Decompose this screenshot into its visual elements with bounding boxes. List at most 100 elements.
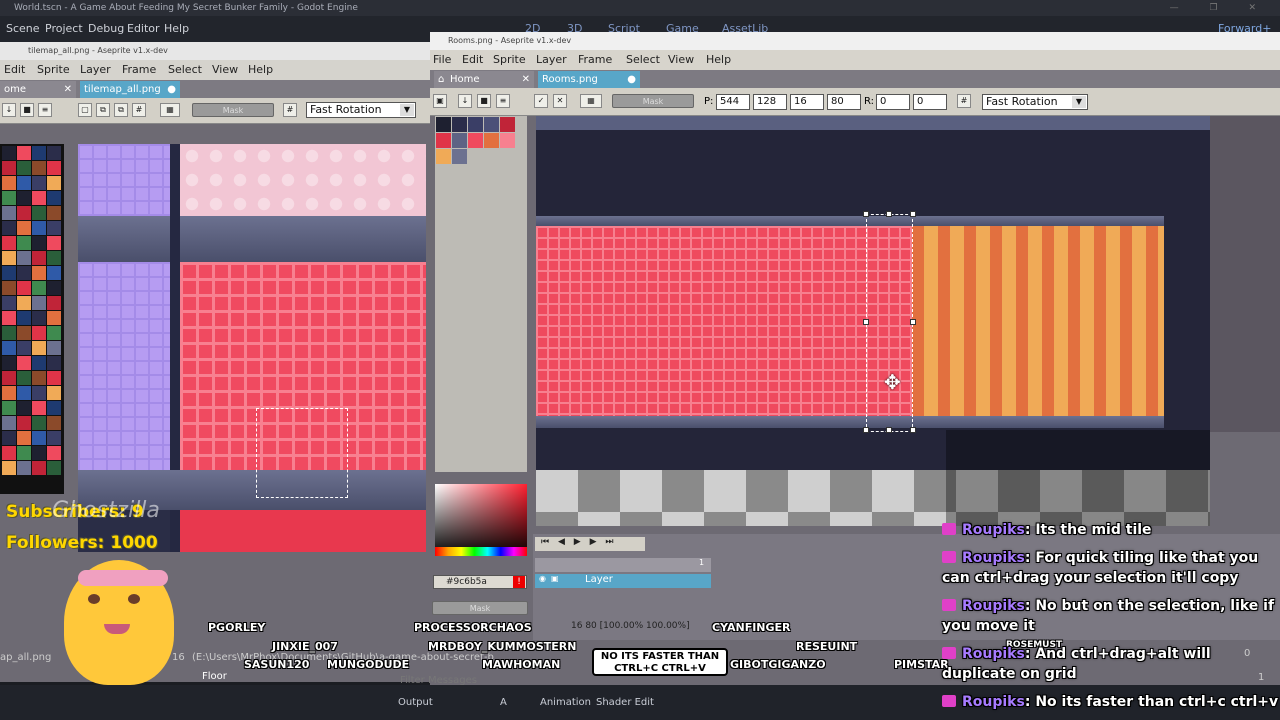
prev-frame-icon[interactable]: ◀ xyxy=(558,537,565,547)
left-menu-edit[interactable]: Edit xyxy=(4,63,25,76)
palette-swatch[interactable] xyxy=(32,431,46,445)
palette-swatch[interactable] xyxy=(2,311,16,325)
hue-slider[interactable] xyxy=(435,547,527,556)
selection-handle[interactable] xyxy=(910,427,916,433)
palette-swatch[interactable] xyxy=(47,341,61,355)
playback-controls[interactable]: ⏮ ◀ ▶ ▶ ⏭ xyxy=(535,537,645,551)
left-menu-layer[interactable]: Layer xyxy=(80,63,111,76)
palette-swatch[interactable] xyxy=(2,371,16,385)
palette-swatch[interactable] xyxy=(17,341,31,355)
menu-icon[interactable]: ≡ xyxy=(496,94,510,108)
menu-debug[interactable]: Debug xyxy=(88,22,124,35)
menu-file[interactable]: File xyxy=(433,53,451,66)
lock-icon[interactable]: ▣ xyxy=(551,574,559,583)
menu-icon[interactable]: ≡ xyxy=(38,103,52,117)
selection-handle[interactable] xyxy=(910,211,916,217)
selection-handle[interactable] xyxy=(886,211,892,217)
palette-swatch[interactable] xyxy=(17,296,31,310)
palette-swatch[interactable] xyxy=(17,251,31,265)
palette-swatch[interactable] xyxy=(32,191,46,205)
palette-swatch[interactable] xyxy=(2,461,16,475)
palette-swatch[interactable] xyxy=(17,146,31,160)
palette-swatch[interactable] xyxy=(32,251,46,265)
palette-swatch[interactable] xyxy=(17,221,31,235)
color-picker[interactable] xyxy=(435,484,527,556)
palette-swatch[interactable] xyxy=(47,191,61,205)
eye-icon[interactable]: ◉ xyxy=(539,574,546,583)
x-field[interactable]: 544 xyxy=(716,94,750,110)
rotation-dropdown[interactable]: Fast Rotation ▼ xyxy=(306,102,416,118)
palette-swatch[interactable] xyxy=(47,356,61,370)
palette-swatch[interactable] xyxy=(17,266,31,280)
palette-swatch[interactable] xyxy=(47,251,61,265)
palette-swatch[interactable] xyxy=(47,161,61,175)
tab-shader-editor[interactable]: Shader Edit xyxy=(596,697,654,708)
palette-swatch[interactable] xyxy=(32,401,46,415)
palette-swatch[interactable] xyxy=(32,371,46,385)
palette-swatch[interactable] xyxy=(32,446,46,460)
selection-handle[interactable] xyxy=(863,319,869,325)
palette-swatch[interactable] xyxy=(2,191,16,205)
menu-layer[interactable]: Layer xyxy=(536,53,567,66)
palette-swatch[interactable] xyxy=(2,296,16,310)
palette-swatch[interactable] xyxy=(32,236,46,250)
palette-swatch[interactable] xyxy=(2,146,16,160)
main-canvas[interactable]: ✥ xyxy=(536,116,1210,526)
swatch[interactable] xyxy=(484,117,499,132)
pixel-grid-icon[interactable]: ▦ xyxy=(580,94,602,108)
play-icon[interactable]: ▶ xyxy=(574,537,581,547)
palette-swatch[interactable] xyxy=(2,431,16,445)
palette-swatch[interactable] xyxy=(47,176,61,190)
palette-swatch[interactable] xyxy=(32,311,46,325)
palette-swatch[interactable] xyxy=(47,221,61,235)
swatch[interactable] xyxy=(500,133,515,148)
palette-swatch[interactable] xyxy=(2,176,16,190)
palette-swatch[interactable] xyxy=(2,221,16,235)
first-frame-icon[interactable]: ⏮ xyxy=(541,537,549,547)
next-frame-icon[interactable]: ▶ xyxy=(590,537,597,547)
window-controls[interactable]: — ❐ ✕ xyxy=(1170,0,1270,16)
palette-swatch[interactable] xyxy=(47,296,61,310)
menu-edit[interactable]: Edit xyxy=(462,53,483,66)
mask-button-bottom[interactable]: Mask xyxy=(432,601,528,615)
palette-swatch[interactable] xyxy=(47,311,61,325)
palette-swatch[interactable] xyxy=(2,446,16,460)
palette-swatch[interactable] xyxy=(32,161,46,175)
menu-frame[interactable]: Frame xyxy=(578,53,612,66)
palette-swatch[interactable] xyxy=(17,281,31,295)
grid-icon[interactable]: # xyxy=(132,103,146,117)
swatch[interactable] xyxy=(484,133,499,148)
selection-handle[interactable] xyxy=(910,319,916,325)
left-selection-box[interactable] xyxy=(256,408,348,498)
right-tab-home[interactable]: ⌂ Home ✕ xyxy=(434,71,534,88)
left-menu-select[interactable]: Select xyxy=(168,63,202,76)
palette-swatch[interactable] xyxy=(2,341,16,355)
palette-swatch[interactable] xyxy=(17,311,31,325)
menu-select[interactable]: Select xyxy=(626,53,660,66)
palette-swatch[interactable] xyxy=(32,296,46,310)
copy-icon[interactable]: ⧉ xyxy=(114,103,128,117)
menu-help[interactable]: Help xyxy=(706,53,731,66)
swatch[interactable] xyxy=(468,117,483,132)
palette-swatch[interactable] xyxy=(17,191,31,205)
palette-swatch[interactable] xyxy=(47,401,61,415)
palette-swatch[interactable] xyxy=(2,266,16,280)
palette-swatch[interactable] xyxy=(17,326,31,340)
arrow-down-icon[interactable]: ↓ xyxy=(2,103,16,117)
palette-swatch[interactable] xyxy=(47,371,61,385)
palette-swatch[interactable] xyxy=(2,281,16,295)
palette-swatch[interactable] xyxy=(17,386,31,400)
mask-button[interactable]: Mask xyxy=(612,94,694,108)
rotation-dropdown[interactable]: Fast Rotation ▼ xyxy=(982,94,1088,110)
y-field[interactable]: 128 xyxy=(753,94,787,110)
palette-swatch[interactable] xyxy=(2,161,16,175)
palette-swatch[interactable] xyxy=(47,146,61,160)
stop-icon[interactable]: ■ xyxy=(20,103,34,117)
h-field[interactable]: 80 xyxy=(827,94,861,110)
left-tab-home[interactable]: ome ✕ xyxy=(0,81,76,98)
tab-animation[interactable]: Animation xyxy=(540,697,591,708)
palette-swatch[interactable] xyxy=(47,431,61,445)
r1-field[interactable]: 0 xyxy=(876,94,910,110)
tab-a[interactable]: A xyxy=(500,697,507,708)
palette-swatch[interactable] xyxy=(2,251,16,265)
